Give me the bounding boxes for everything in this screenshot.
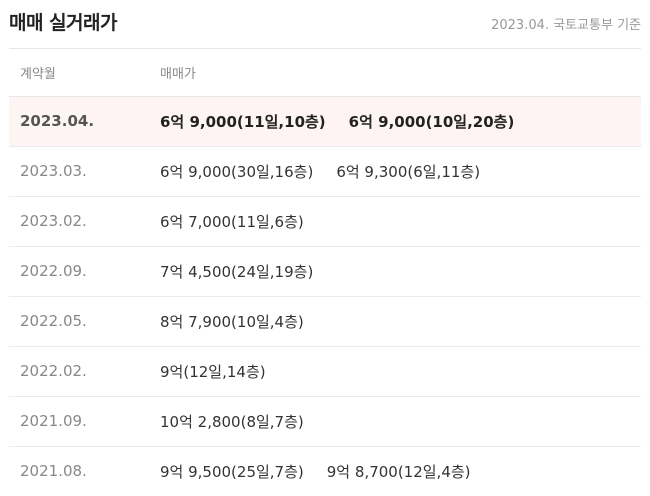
sale-price: 9억(12일,14층) (160, 363, 266, 381)
section-header: 매매 실거래가 2023.04. 국토교통부 기준 (9, 0, 641, 49)
contract-month: 2021.08. (20, 462, 87, 480)
sale-price: 6억 9,000(30일,16층) (160, 163, 314, 181)
price-list: 6억 9,000(11일,10층) 6억 9,000(10일,20층) (160, 111, 537, 132)
column-header-sale-price: 매매가 (160, 67, 196, 82)
table-row: 2022.02. 9억(12일,14층) (9, 347, 641, 397)
sale-price: 6억 7,000(11일,6층) (160, 213, 304, 231)
table-header: 계약월 매매가 (9, 49, 641, 97)
sale-price: 9억 9,500(25일,7층) (160, 463, 304, 481)
price-list: 7억 4,500(24일,19층) (160, 261, 336, 282)
table-row: 2021.09. 10억 2,800(8일,7층) (9, 397, 641, 447)
table-row: 2021.08. 9억 9,500(25일,7층) 9억 8,700(12일,4층) (9, 447, 641, 496)
contract-month: 2023.04. (20, 112, 95, 130)
contract-month: 2022.05. (20, 312, 87, 330)
contract-month: 2023.02. (20, 212, 87, 230)
table-row: 2022.09. 7억 4,500(24일,19층) (9, 247, 641, 297)
table-row: 2023.02. 6억 7,000(11일,6층) (9, 197, 641, 247)
price-list: 6억 9,000(30일,16층) 6억 9,300(6일,11층) (160, 161, 503, 182)
sale-price: 6억 9,000(11일,10층) (160, 113, 326, 131)
contract-month: 2022.02. (20, 362, 87, 380)
price-list: 8억 7,900(10일,4층) (160, 311, 327, 332)
contract-month: 2023.03. (20, 162, 87, 180)
column-header-contract-month: 계약월 (20, 67, 56, 82)
contract-month: 2021.09. (20, 412, 87, 430)
table-row: 2023.03. 6억 9,000(30일,16층) 6억 9,300(6일,11층… (9, 147, 641, 197)
transaction-table: 계약월 매매가 2023.04. 6억 9,000(11일,10층) 6억 9,00… (9, 49, 641, 496)
sale-price: 7억 4,500(24일,19층) (160, 263, 314, 281)
contract-month: 2022.09. (20, 262, 87, 280)
price-list: 9억(12일,14층) (160, 361, 289, 382)
sale-price: 8억 7,900(10일,4층) (160, 313, 304, 331)
sale-price: 6억 9,000(10일,20층) (348, 113, 515, 131)
price-list: 6억 7,000(11일,6층) (160, 211, 327, 232)
sale-price: 6억 9,300(6일,11층) (336, 163, 481, 181)
table-row: 2023.04. 6억 9,000(11일,10층) 6억 9,000(10일,20… (9, 97, 641, 147)
price-list: 10억 2,800(8일,7층) (160, 411, 327, 432)
table-row: 2022.05. 8억 7,900(10일,4층) (9, 297, 641, 347)
sale-price: 9억 8,700(12일,4층) (326, 463, 471, 481)
data-source-note: 2023.04. 국토교통부 기준 (491, 18, 641, 33)
section-title: 매매 실거래가 (9, 12, 118, 34)
table-body: 2023.04. 6억 9,000(11일,10층) 6억 9,000(10일,20… (9, 97, 641, 496)
price-list: 9억 9,500(25일,7층) 9억 8,700(12일,4층) (160, 461, 494, 482)
sale-price: 10억 2,800(8일,7층) (160, 413, 304, 431)
